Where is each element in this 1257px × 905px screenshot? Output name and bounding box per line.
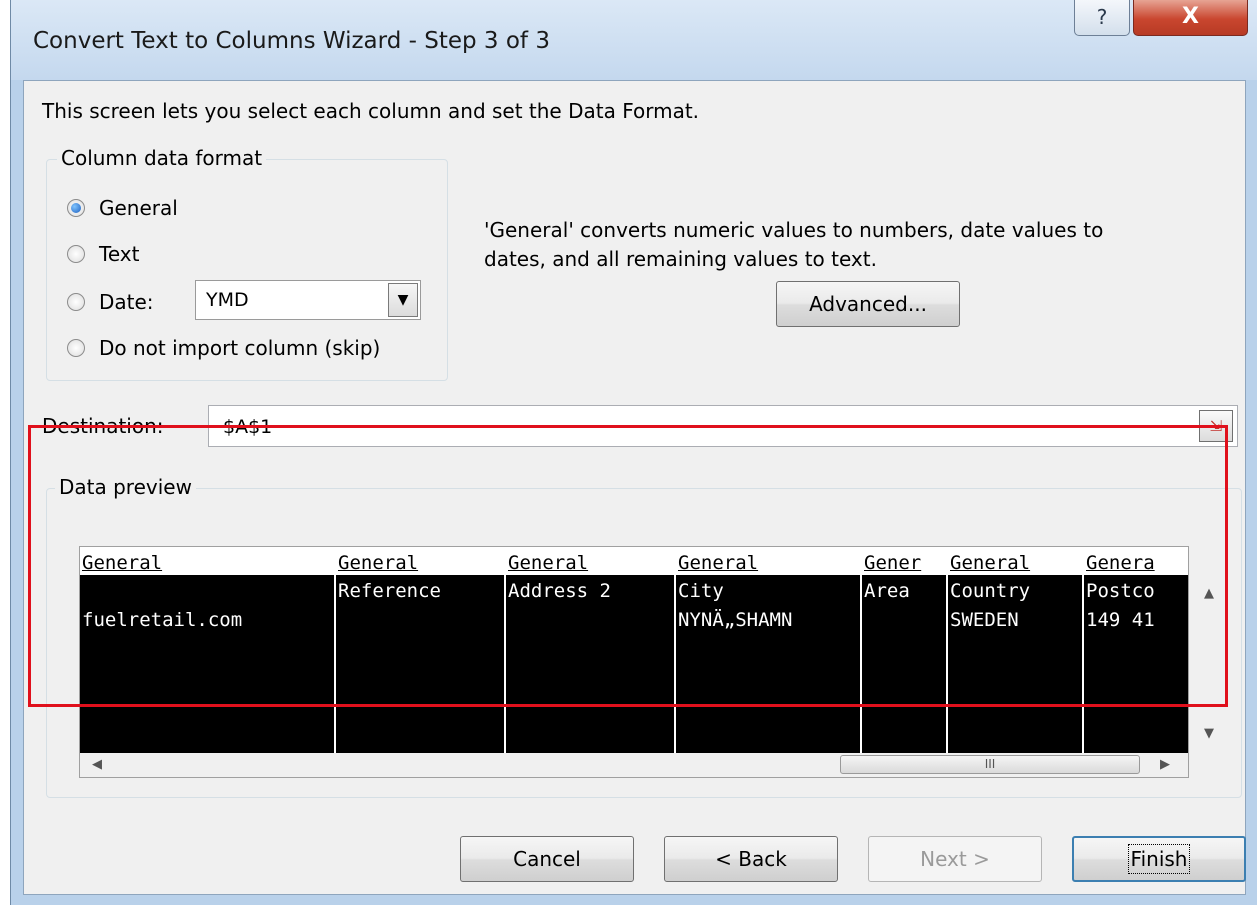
cancel-button[interactable]: Cancel: [460, 836, 634, 882]
close-button[interactable]: X: [1133, 0, 1248, 36]
preview-column-header[interactable]: General: [80, 547, 334, 577]
preview-cell: Area: [864, 580, 910, 602]
preview-column[interactable]: General Address 2: [506, 547, 676, 753]
data-preview-title: Data preview: [55, 475, 196, 499]
horizontal-scrollbar[interactable]: ◀ III ▶: [80, 753, 1188, 777]
advanced-button[interactable]: Advanced...: [776, 281, 960, 327]
collapse-dialog-icon[interactable]: ⇲: [1199, 410, 1233, 442]
radio-general[interactable]: General: [67, 196, 178, 220]
finish-button-label: Finish: [1127, 844, 1191, 874]
preview-cell: [336, 606, 504, 635]
preview-column-header[interactable]: General: [676, 547, 860, 577]
preview-cell: Address 2: [508, 580, 611, 602]
radio-date-circle[interactable]: [67, 293, 85, 311]
scroll-down-icon[interactable]: ▼: [1204, 726, 1214, 741]
preview-cell: fuelretail.com: [82, 609, 243, 631]
column-data-format-title: Column data format: [57, 146, 267, 170]
format-description-line2: dates, and all remaining values to text.: [484, 247, 877, 271]
preview-cell: Country: [950, 580, 1031, 602]
radio-skip-circle[interactable]: [67, 339, 85, 357]
preview-column[interactable]: General Country SWEDEN: [948, 547, 1084, 753]
scroll-up-icon[interactable]: ▲: [1204, 586, 1214, 601]
preview-column-header[interactable]: Gener: [862, 547, 946, 577]
preview-column[interactable]: Gener Area: [862, 547, 948, 753]
radio-date-label: Date:: [99, 290, 154, 314]
preview-column-header[interactable]: General: [336, 547, 504, 577]
radio-text-circle[interactable]: [67, 245, 85, 263]
preview-column[interactable]: General fuelretail.com: [80, 547, 336, 753]
radio-text-label: Text: [99, 242, 140, 266]
radio-skip-label: Do not import column (skip): [99, 336, 381, 360]
radio-text[interactable]: Text: [67, 242, 139, 266]
preview-cell: Reference: [338, 580, 441, 602]
preview-cell: City: [678, 580, 724, 602]
preview-cell: [80, 577, 334, 606]
destination-value: $A$1: [223, 416, 273, 438]
radio-general-circle[interactable]: [67, 199, 85, 217]
radio-general-label: General: [99, 196, 178, 220]
preview-column-header[interactable]: Genera: [1084, 547, 1188, 577]
next-button[interactable]: Next >: [868, 836, 1042, 882]
destination-label: Destination:: [42, 414, 164, 438]
preview-cell: SWEDEN: [950, 609, 1019, 631]
preview-columns: General fuelretail.com General Reference…: [80, 547, 1188, 753]
scroll-right-icon[interactable]: ▶: [1160, 757, 1170, 772]
date-format-value: YMD: [206, 289, 249, 311]
preview-column[interactable]: General City NYNÄ„SHAMN: [676, 547, 862, 753]
format-description: 'General' converts numeric values to num…: [484, 216, 1103, 274]
preview-column[interactable]: Genera Postco 149 41: [1084, 547, 1188, 753]
scroll-left-icon[interactable]: ◀: [92, 757, 102, 772]
column-data-format-group: Column data format General Text Date: YM…: [46, 146, 448, 381]
preview-cell: 149 41: [1086, 609, 1155, 631]
preview-column[interactable]: General Reference: [336, 547, 506, 753]
dialog-body: This screen lets you select each column …: [23, 80, 1246, 895]
preview-column-header[interactable]: General: [948, 547, 1082, 577]
preview-cell: [862, 606, 946, 635]
radio-skip[interactable]: Do not import column (skip): [67, 336, 380, 360]
data-preview-grid[interactable]: General fuelretail.com General Reference…: [79, 546, 1189, 778]
title-bar: Convert Text to Columns Wizard - Step 3 …: [11, 0, 1257, 80]
back-button[interactable]: < Back: [664, 836, 838, 882]
vertical-scrollbar[interactable]: ▲ ▼: [1192, 586, 1228, 746]
wizard-window: Convert Text to Columns Wizard - Step 3 …: [10, 0, 1257, 905]
radio-date[interactable]: Date:: [67, 290, 154, 314]
intro-text: This screen lets you select each column …: [42, 99, 700, 123]
preview-cell: Postco: [1086, 580, 1155, 602]
preview-cell: NYNÄ„SHAMN: [678, 609, 793, 631]
finish-button[interactable]: Finish: [1072, 836, 1246, 882]
chevron-down-icon[interactable]: ▼: [388, 283, 418, 317]
horizontal-scroll-thumb[interactable]: III: [840, 755, 1140, 774]
window-title: Convert Text to Columns Wizard - Step 3 …: [33, 28, 550, 54]
help-button[interactable]: ?: [1074, 0, 1130, 36]
preview-cell: [506, 606, 674, 635]
preview-column-header[interactable]: General: [506, 547, 674, 577]
format-description-line1: 'General' converts numeric values to num…: [484, 218, 1104, 242]
date-format-select[interactable]: YMD ▼: [195, 280, 421, 320]
destination-field[interactable]: $A$1 ⇲: [208, 405, 1238, 447]
